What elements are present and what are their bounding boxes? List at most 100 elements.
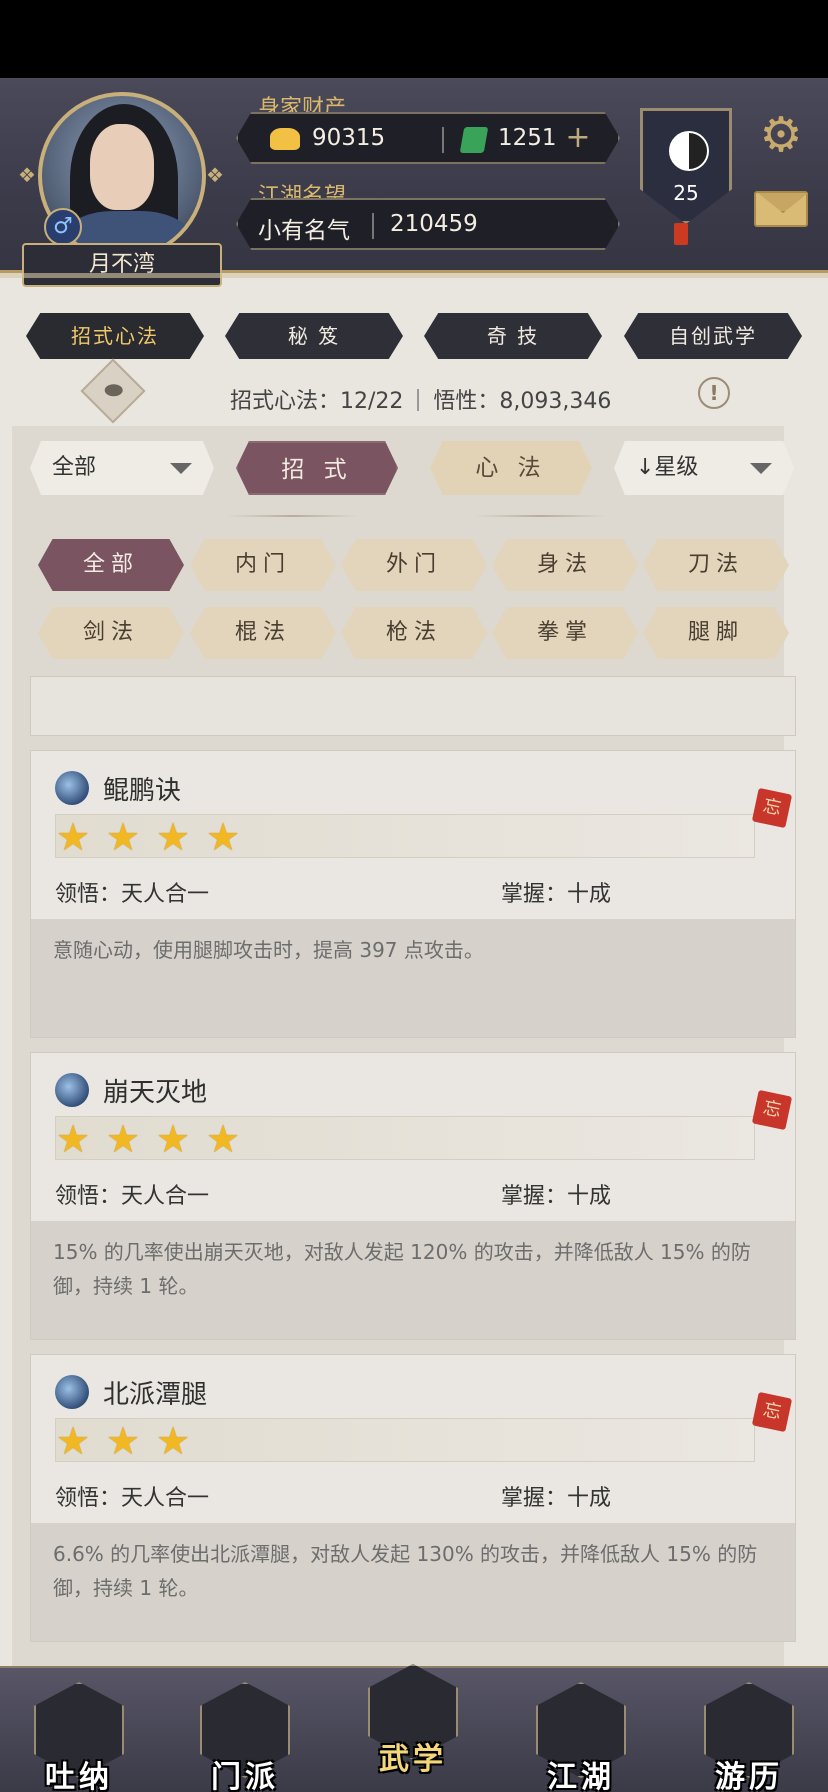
avatar-face — [90, 124, 154, 210]
chip-staff[interactable]: 棍法 — [190, 607, 336, 659]
skill-card[interactable]: 北派潭腿 ★ ★ ★ 忘 领悟：天人合一 掌握：十成 6.6% 的几率使出北派潭… — [30, 1354, 796, 1642]
chip-leg-kick[interactable]: 腿脚 — [643, 607, 789, 659]
forget-tag-icon[interactable]: 忘 — [751, 1391, 793, 1433]
reputation-value: 210459 — [390, 211, 478, 237]
chevron-down-icon — [750, 463, 772, 474]
nav-meditate[interactable]: 吐纳 — [24, 1682, 134, 1792]
insight-label: 领悟：天人合一 — [55, 1486, 210, 1511]
forget-tag-icon[interactable]: 忘 — [751, 787, 793, 829]
chevron-down-icon — [170, 463, 192, 474]
divider — [228, 515, 358, 517]
chip-sword[interactable]: 剑法 — [38, 607, 184, 659]
gold-ingot-icon — [270, 128, 300, 150]
mastery-label: 掌握：十成 — [501, 1486, 612, 1511]
star-icon: ★ — [106, 1419, 141, 1463]
jade-icon — [459, 127, 489, 153]
divider — [442, 127, 444, 153]
star-icon: ★ — [206, 1117, 241, 1161]
star-icon: ★ — [156, 1419, 191, 1463]
tab-secret-manuals[interactable]: 秘 笈 — [225, 313, 403, 359]
tab-custom-martial-arts[interactable]: 自创武学 — [624, 313, 802, 359]
level-badge[interactable]: 25 — [640, 108, 732, 224]
chip-saber[interactable]: 刀法 — [643, 539, 789, 591]
divider — [372, 213, 374, 239]
nav-label: 武学 — [379, 1742, 447, 1777]
tab-moves-methods[interactable]: 招式心法 — [26, 313, 204, 359]
skill-description: 6.6% 的几率使出北派潭腿，对敌人发起 130% 的攻击，并降低敌人 15% … — [31, 1523, 795, 1641]
tab-special-skills[interactable]: 奇 技 — [424, 313, 602, 359]
sort-value: ↓星级 — [636, 455, 699, 480]
skill-orb-icon — [55, 1073, 89, 1107]
nav-label: 门派 — [211, 1760, 279, 1792]
yin-yang-icon — [669, 131, 709, 171]
nav-label: 江湖 — [547, 1760, 615, 1792]
skill-orb-icon — [55, 771, 89, 805]
divider — [476, 515, 606, 517]
skill-description: 意随心动，使用腿脚攻击时，提高 397 点攻击。 — [31, 919, 795, 1037]
chip-spear[interactable]: 枪法 — [341, 607, 487, 659]
star-rating: ★ ★ ★ ★ — [55, 814, 755, 858]
toggle-moves[interactable]: 招 式 — [236, 441, 398, 495]
nav-martial-arts[interactable]: 武学 — [358, 1664, 468, 1777]
nav-sect[interactable]: 门派 — [190, 1682, 300, 1792]
info-icon[interactable]: ! — [698, 377, 730, 409]
star-icon: ★ — [56, 815, 91, 859]
nav-travel[interactable]: 游历 — [694, 1682, 804, 1792]
settings-gear-icon[interactable]: ⚙ — [754, 108, 808, 162]
star-icon: ★ — [156, 815, 191, 859]
star-icon: ★ — [56, 1419, 91, 1463]
status-bar — [0, 0, 828, 78]
scope-value: 全部 — [52, 455, 97, 480]
chip-footwork[interactable]: 身法 — [492, 539, 638, 591]
star-rating: ★ ★ ★ — [55, 1418, 755, 1462]
add-currency-button[interactable]: + — [560, 121, 596, 157]
skill-orb-icon — [55, 1375, 89, 1409]
tassel-icon — [674, 223, 688, 245]
ornament-left-icon: ❖ — [18, 163, 36, 187]
insight-label: 领悟：天人合一 — [55, 1184, 210, 1209]
visibility-eye-icon[interactable] — [80, 358, 146, 424]
chip-outer[interactable]: 外门 — [341, 539, 487, 591]
level-value: 25 — [673, 181, 699, 205]
chip-all[interactable]: 全部 — [38, 539, 184, 591]
sort-dropdown[interactable]: ↓星级 — [614, 441, 794, 495]
star-rating: ★ ★ ★ ★ — [55, 1116, 755, 1160]
skill-description: 15% 的几率使出崩天灭地，对敌人发起 120% 的攻击，并降低敌人 15% 的… — [31, 1221, 795, 1339]
player-name: 月不湾 — [22, 243, 222, 287]
star-icon: ★ — [106, 815, 141, 859]
star-icon: ★ — [56, 1117, 91, 1161]
insight-label: 领悟：天人合一 — [55, 882, 210, 907]
mail-icon[interactable] — [754, 191, 808, 227]
reputation-bar: 小有名气 210459 — [236, 198, 620, 250]
chip-fist-palm[interactable]: 拳掌 — [492, 607, 638, 659]
skill-name: 鲲鹏诀 — [103, 776, 182, 806]
skill-card[interactable]: 鲲鹏诀 ★ ★ ★ ★ 忘 领悟：天人合一 掌握：十成 意随心动，使用腿脚攻击时… — [30, 750, 796, 1038]
skill-card[interactable]: 崩天灭地 ★ ★ ★ ★ 忘 领悟：天人合一 掌握：十成 15% 的几率使出崩天… — [30, 1052, 796, 1340]
star-icon: ★ — [106, 1117, 141, 1161]
wealth-bar: 90315 1251 + — [236, 112, 620, 164]
star-icon: ★ — [206, 815, 241, 859]
skills-stats: 招式心法：12/22 悟性：8,093,346 — [230, 383, 611, 415]
bottom-nav: 吐纳 门派 武学 江湖 游历 — [0, 1664, 828, 1792]
player-header: ❖ ❖ ♂ 月不湾 身家财产 90315 1251 + 江湖名望 小有名气 21… — [0, 78, 828, 287]
gender-male-icon: ♂ — [44, 208, 82, 246]
nav-jianghu[interactable]: 江湖 — [526, 1682, 636, 1792]
placeholder-bar — [30, 676, 796, 736]
mastery-label: 掌握：十成 — [501, 882, 612, 907]
ornament-right-icon: ❖ — [206, 163, 224, 187]
jade-value: 1251 — [498, 125, 557, 151]
mastery-label: 掌握：十成 — [501, 1184, 612, 1209]
toggle-methods[interactable]: 心 法 — [430, 441, 592, 495]
nav-label: 吐纳 — [45, 1760, 113, 1792]
chip-inner[interactable]: 内门 — [190, 539, 336, 591]
forget-tag-icon[interactable]: 忘 — [751, 1089, 793, 1131]
skills-count: 招式心法：12/22 — [230, 389, 404, 414]
reputation-title: 小有名气 — [258, 218, 350, 244]
skill-name: 崩天灭地 — [103, 1078, 208, 1108]
gold-value: 90315 — [312, 125, 386, 151]
scope-dropdown[interactable]: 全部 — [30, 441, 214, 495]
skill-name: 北派潭腿 — [103, 1380, 208, 1410]
star-icon: ★ — [156, 1117, 191, 1161]
nav-label: 游历 — [715, 1760, 783, 1792]
insight-value: 悟性：8,093,346 — [433, 389, 612, 414]
